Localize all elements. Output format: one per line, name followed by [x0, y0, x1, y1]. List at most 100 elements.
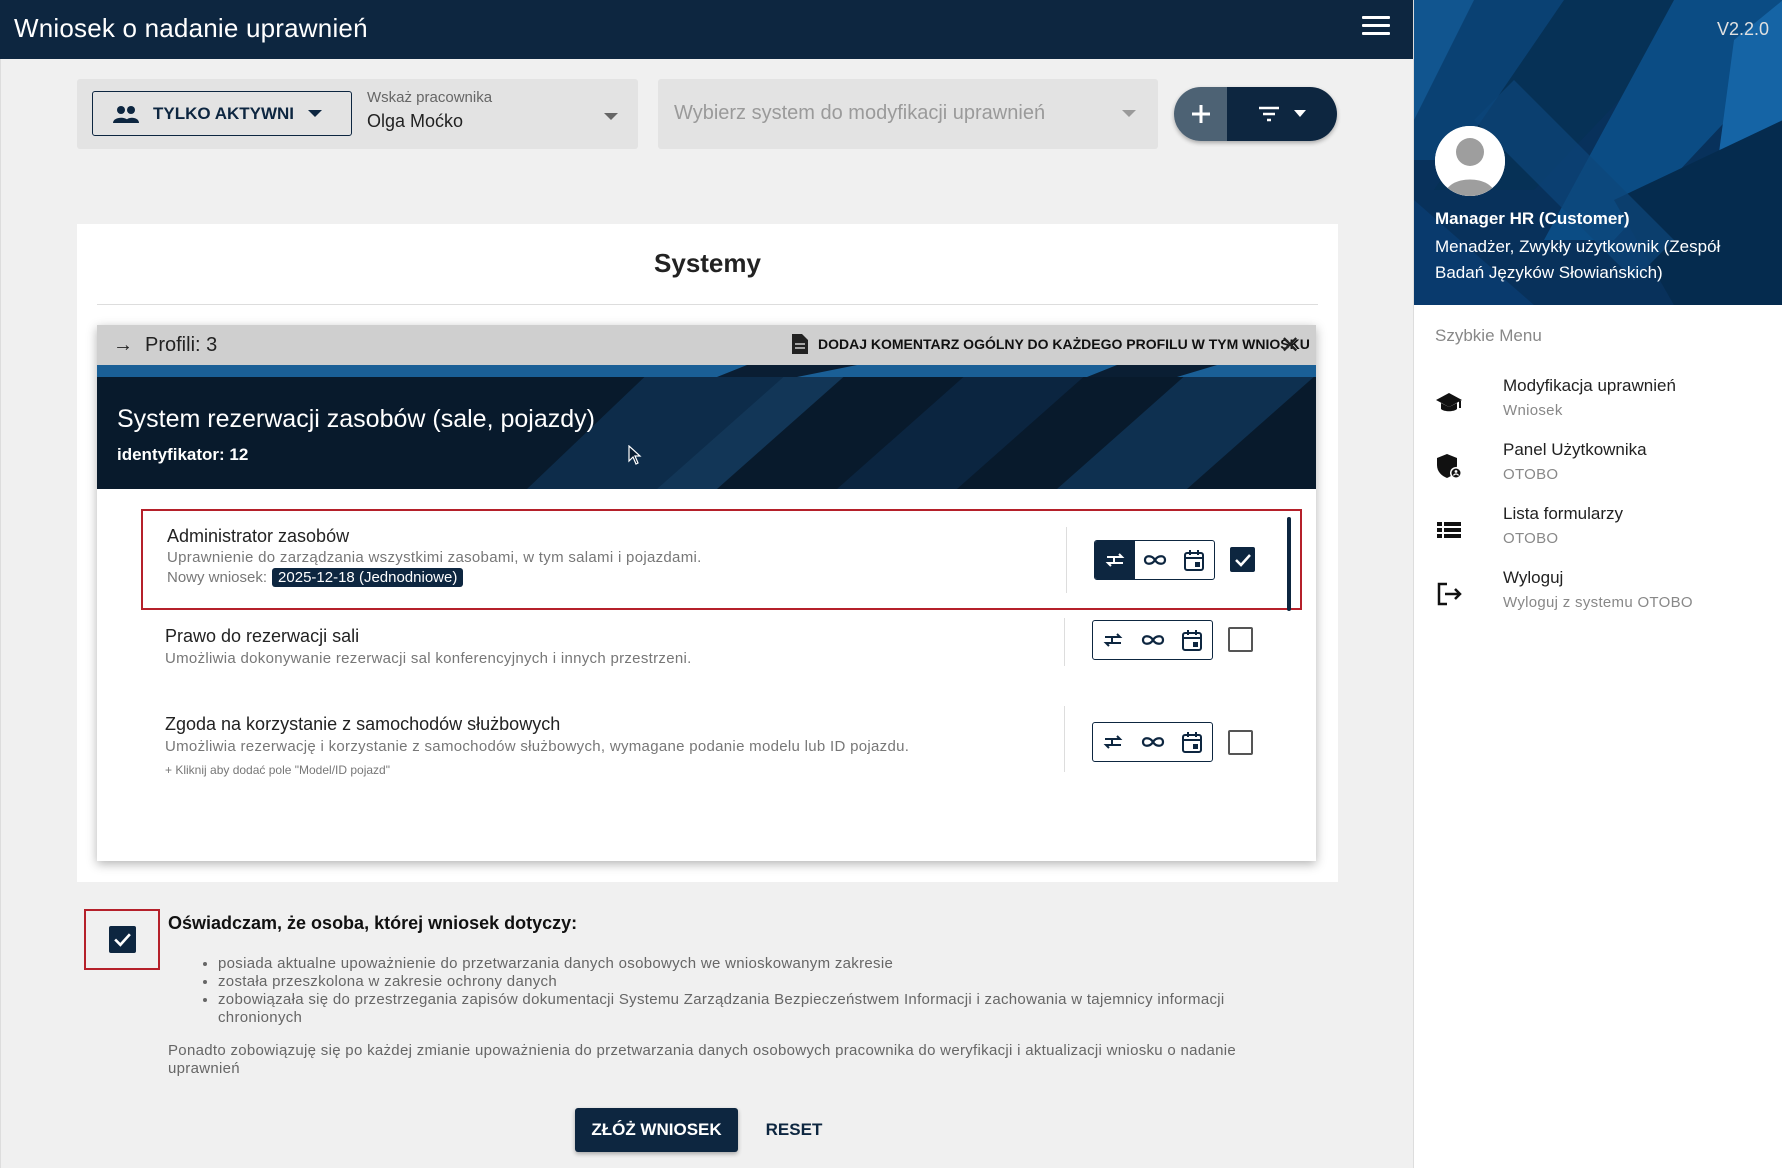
quick-menu-title: Szybkie Menu: [1435, 326, 1542, 345]
divider: [97, 304, 1318, 305]
add-general-comment-label: DODAJ KOMENTARZ OGÓLNY DO KAŻDEGO PROFIL…: [818, 336, 1310, 352]
list-icon: [1437, 522, 1461, 538]
menu-item-sublabel: OTOBO: [1503, 530, 1559, 547]
add-general-comment-button[interactable]: DODAJ KOMENTARZ OGÓLNY DO KAŻDEGO PROFIL…: [792, 334, 1310, 354]
menu-item-form-list[interactable]: Lista formularzy OTOBO: [1414, 502, 1782, 558]
logout-icon: [1437, 582, 1462, 606]
menu-item-user-panel[interactable]: Panel Użytkownika OTOBO: [1414, 438, 1782, 494]
systems-heading: Systemy: [654, 248, 761, 278]
permission-checkbox[interactable]: [1228, 730, 1253, 755]
infinite-button[interactable]: [1133, 723, 1173, 761]
menu-item-sublabel: Wyloguj z systemu OTOBO: [1503, 594, 1693, 611]
check-icon: [1234, 553, 1251, 567]
one-day-button[interactable]: [1095, 541, 1135, 579]
date-range-button[interactable]: [1174, 541, 1214, 579]
user-name: Manager HR (Customer): [1435, 209, 1630, 228]
menu-item-sublabel: OTOBO: [1503, 466, 1559, 483]
people-icon: [113, 105, 139, 123]
declaration-title: Oświadczam, że osoba, której wniosek dot…: [168, 913, 578, 933]
employee-select-label: Wskaż pracownika: [367, 89, 493, 106]
filter-button[interactable]: [1227, 87, 1337, 141]
app-version: V2.2.0: [1716, 19, 1769, 39]
calendar-icon: [1182, 732, 1203, 753]
infinity-icon: [1141, 635, 1164, 645]
avatar: [1435, 126, 1505, 196]
declaration-note: Ponadto zobowiązuję się po każdej zmiani…: [168, 1042, 1237, 1077]
calendar-icon: [1184, 550, 1205, 571]
profiles-count: Profili: 3: [145, 333, 218, 356]
permission-row: Prawo do rezerwacji sali Umożliwia dokon…: [141, 610, 1302, 696]
add-button[interactable]: [1174, 87, 1227, 141]
scrollbar[interactable]: [1287, 517, 1291, 611]
one-day-button[interactable]: [1093, 621, 1133, 659]
permission-title: Zgoda na korzystanie z samochodów służbo…: [165, 714, 561, 734]
infinity-icon: [1143, 555, 1166, 565]
arrow-right-icon[interactable]: →: [113, 334, 133, 357]
menu-item-label: Wyloguj: [1503, 568, 1564, 587]
period-button-group: [1094, 540, 1215, 580]
divider: [1064, 618, 1065, 666]
employee-filter-panel: TYLKO AKTYWNI Wskaż pracownika Olga Moćk…: [77, 79, 638, 149]
permission-title: Prawo do rezerwacji sali: [165, 626, 360, 646]
submit-button[interactable]: ZŁÓŻ WNIOSEK: [575, 1108, 738, 1152]
menu-item-permission-modification[interactable]: Modyfikacja uprawnień Wniosek: [1414, 374, 1782, 430]
permission-row: Zgoda na korzystanie z samochodów służbo…: [141, 696, 1302, 806]
graduation-cap-icon: [1436, 393, 1462, 412]
date-range-button[interactable]: [1172, 723, 1212, 761]
only-active-label: TYLKO AKTYWNI: [153, 103, 295, 123]
date-badge: 2025-12-18 (Jednodniowe): [272, 568, 464, 587]
menu-item-label: Lista formularzy: [1503, 504, 1623, 523]
chevron-down-icon: [1294, 110, 1306, 117]
close-icon[interactable]: ✕: [1280, 331, 1300, 360]
system-panel: → Profili: 3 DODAJ KOMENTARZ OGÓLNY DO K…: [97, 325, 1316, 861]
hamburger-menu-icon[interactable]: [1362, 16, 1390, 40]
add-vehicle-field-link[interactable]: + Kliknij aby dodać pole "Model/ID pojaz…: [165, 763, 390, 777]
calendar-icon: [1182, 630, 1203, 651]
action-buttons: [1174, 87, 1337, 141]
permission-checkbox[interactable]: [1228, 627, 1253, 652]
user-avatar-icon: [1435, 126, 1505, 196]
chevron-down-icon: [604, 113, 618, 120]
filter-icon: [1259, 106, 1279, 122]
system-banner: System rezerwacji zasobów (sale, pojazdy…: [97, 365, 1316, 489]
main-content: TYLKO AKTYWNI Wskaż pracownika Olga Moćk…: [0, 59, 1413, 1168]
repeat-one-icon: [1105, 553, 1125, 567]
chevron-down-icon: [308, 110, 323, 117]
new-request-info: Nowy wniosek: 2025-12-18 (Jednodniowe): [167, 568, 464, 587]
systems-card: Systemy → Profili: 3 DODAJ KOMENTARZ OGÓ…: [77, 224, 1338, 882]
divider: [1066, 527, 1067, 593]
declaration-item: posiada aktualne upoważnienie do przetwa…: [218, 955, 1278, 973]
reset-button[interactable]: RESET: [756, 1108, 832, 1152]
menu-item-label: Panel Użytkownika: [1503, 440, 1647, 459]
check-icon: [113, 933, 131, 947]
declaration-item: została przeszkolona w zakresie ochrony …: [218, 973, 1278, 991]
system-identifier: identyfikator: 12: [117, 445, 249, 464]
new-request-label: Nowy wniosek:: [167, 569, 268, 586]
permission-description: Uprawnienie do zarządzania wszystkimi za…: [167, 549, 702, 566]
menu-item-sublabel: Wniosek: [1503, 402, 1563, 419]
permission-checkbox[interactable]: [1230, 547, 1255, 572]
page-title: Wniosek o nadanie uprawnień: [14, 13, 368, 43]
document-icon: [792, 334, 808, 354]
chevron-down-icon: [1122, 110, 1136, 117]
user-role: Menadżer, Zwykły użytkownik (Zespół Bada…: [1435, 237, 1721, 282]
sidebar: V2.2.0 Manager HR (Customer) Menadżer, Z…: [1413, 0, 1782, 1168]
period-button-group: [1092, 722, 1213, 762]
menu-item-logout[interactable]: Wyloguj Wyloguj z systemu OTOBO: [1414, 566, 1782, 622]
declaration-checkbox-wrapper[interactable]: [84, 909, 160, 970]
employee-select[interactable]: Wskaż pracownika Olga Moćko: [367, 89, 622, 141]
period-button-group: [1092, 620, 1213, 660]
declaration-item: zobowiązała się do przestrzegania zapisó…: [218, 991, 1278, 1027]
date-range-button[interactable]: [1172, 621, 1212, 659]
one-day-button[interactable]: [1093, 723, 1133, 761]
repeat-one-icon: [1103, 633, 1123, 647]
permission-title: Administrator zasobów: [167, 526, 350, 546]
declaration-checkbox[interactable]: [108, 926, 136, 953]
profiles-bar: → Profili: 3 DODAJ KOMENTARZ OGÓLNY DO K…: [97, 325, 1316, 365]
divider: [1064, 706, 1065, 772]
infinite-button[interactable]: [1133, 621, 1173, 659]
only-active-toggle-button[interactable]: TYLKO AKTYWNI: [92, 91, 352, 136]
permission-row: Administrator zasobów Uprawnienie do zar…: [141, 509, 1302, 611]
infinite-button[interactable]: [1135, 541, 1175, 579]
system-select[interactable]: Wybierz system do modyfikacji uprawnień: [658, 79, 1158, 149]
